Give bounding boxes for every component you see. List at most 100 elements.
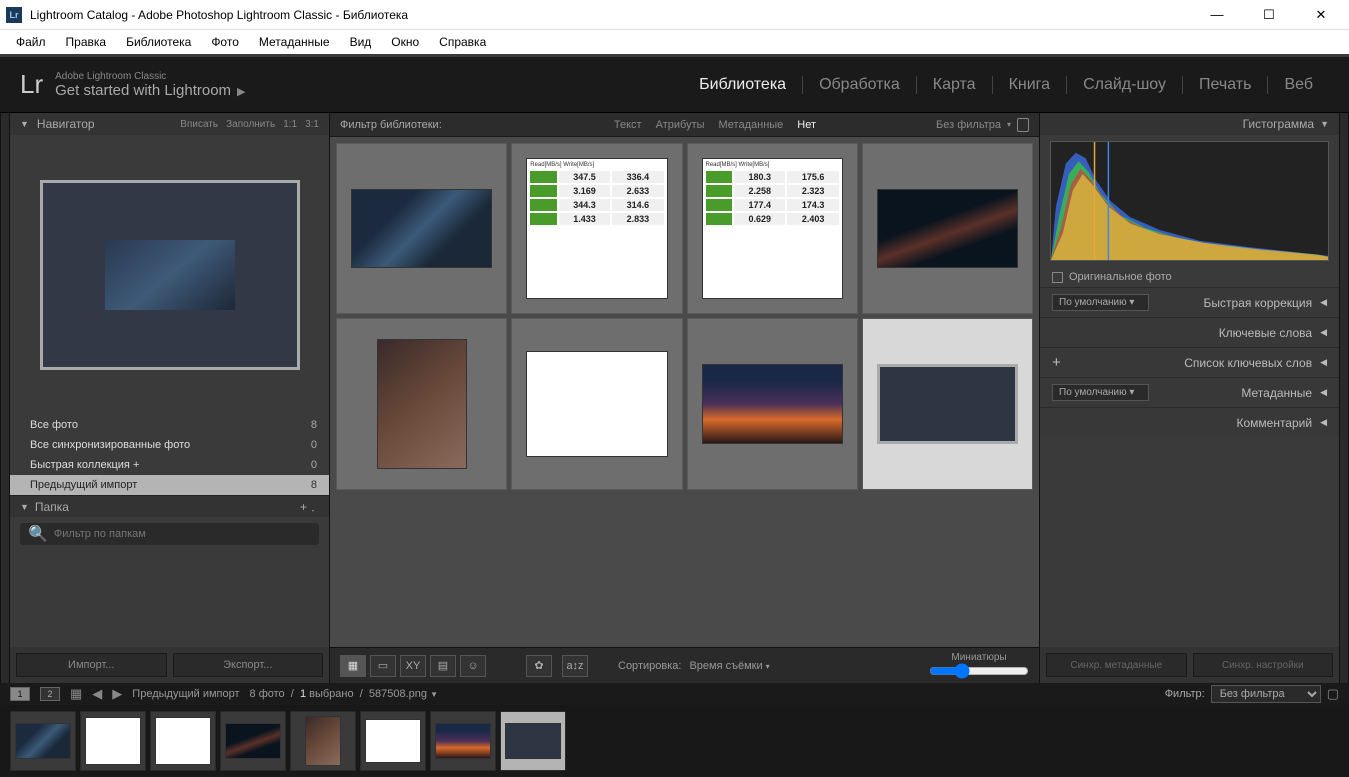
sync-metadata-button[interactable]: Синхр. метаданные: [1046, 653, 1187, 677]
histogram-header[interactable]: Гистограмма ▼: [1040, 113, 1339, 135]
folders-header[interactable]: ▼ Папка +﹒: [10, 495, 329, 517]
minimize-button[interactable]: —: [1203, 5, 1231, 25]
grid-cell[interactable]: [687, 318, 858, 489]
close-button[interactable]: ✕: [1307, 5, 1335, 25]
left-edge-toggle[interactable]: [0, 113, 10, 683]
primary-monitor-button[interactable]: 1: [10, 687, 30, 701]
module-slideshow[interactable]: Слайд-шоу: [1066, 76, 1182, 94]
grid-cell-selected[interactable]: [862, 318, 1033, 489]
filmstrip-filter-dropdown[interactable]: Без фильтра: [1211, 685, 1321, 703]
filter-switch-icon[interactable]: ▢: [1327, 686, 1339, 702]
catalog-synced-photos[interactable]: Все синхронизированные фото0: [10, 435, 329, 455]
grid-cell[interactable]: [511, 318, 682, 489]
sort-dropdown[interactable]: Время съёмки ▾: [689, 660, 769, 672]
center-panel: Фильтр библиотеки: Текст Атрибуты Метада…: [330, 113, 1039, 683]
catalog-quick-collection[interactable]: Быстрая коллекция +0: [10, 455, 329, 475]
metadata-preset[interactable]: По умолчанию ▾: [1052, 384, 1149, 401]
add-folder-button[interactable]: +﹒: [300, 498, 319, 515]
survey-view-button[interactable]: ▤: [430, 655, 456, 677]
filmstrip-thumb[interactable]: [150, 711, 216, 771]
painter-tool[interactable]: ✿: [526, 655, 552, 677]
go-forward-icon[interactable]: ▶: [112, 686, 122, 702]
filter-tab-metadata[interactable]: Метаданные: [719, 119, 784, 131]
filmstrip-thumb[interactable]: [360, 711, 426, 771]
filter-label: Фильтр библиотеки:: [340, 119, 442, 131]
metadata-section[interactable]: По умолчанию ▾ Метаданные ◀: [1040, 377, 1339, 407]
filmstrip-thumb[interactable]: [290, 711, 356, 771]
histogram[interactable]: [1050, 141, 1329, 261]
menu-view[interactable]: Вид: [340, 33, 382, 51]
filmstrip-thumb[interactable]: [430, 711, 496, 771]
grid-cell[interactable]: Read[MB/s] Write[MB/s] 180.3175.6 2.2582…: [687, 143, 858, 314]
filmstrip-thumb-selected[interactable]: [500, 711, 566, 771]
quick-develop-section[interactable]: По умолчанию ▾ Быстрая коррекция ◀: [1040, 287, 1339, 317]
thumbnail: [702, 364, 843, 443]
grid-view[interactable]: Read[MB/s] Write[MB/s] 347.5336.4 3.1692…: [330, 137, 1039, 647]
navigator-zoom-modes: Вписать Заполнить 1:1 3:1: [180, 119, 319, 130]
checkbox-icon[interactable]: [1052, 272, 1063, 283]
filter-tab-none[interactable]: Нет: [797, 119, 816, 131]
quick-develop-preset[interactable]: По умолчанию ▾: [1052, 294, 1149, 311]
add-keyword-button[interactable]: +: [1052, 354, 1061, 371]
grid-cell[interactable]: [336, 143, 507, 314]
filter-tab-attributes[interactable]: Атрибуты: [656, 119, 705, 131]
module-print[interactable]: Печать: [1182, 76, 1267, 94]
grid-view-button[interactable]: ▦: [340, 655, 366, 677]
filmstrip-thumb[interactable]: [220, 711, 286, 771]
grid-cell[interactable]: [862, 143, 1033, 314]
lock-icon[interactable]: [1017, 118, 1029, 132]
menu-metadata[interactable]: Метаданные: [249, 33, 340, 51]
zoom-fit[interactable]: Вписать: [180, 119, 218, 130]
sync-settings-button[interactable]: Синхр. настройки: [1193, 653, 1334, 677]
filmstrip-thumb[interactable]: [80, 711, 146, 771]
menu-file[interactable]: Файл: [6, 33, 56, 51]
zoom-1to1[interactable]: 1:1: [283, 119, 297, 130]
comments-section[interactable]: Комментарий ◀: [1040, 407, 1339, 437]
compare-view-button[interactable]: XY: [400, 655, 426, 677]
people-view-button[interactable]: ☺: [460, 655, 486, 677]
menu-library[interactable]: Библиотека: [116, 33, 201, 51]
navigator-image: [40, 180, 300, 370]
zoom-3to1[interactable]: 3:1: [305, 119, 319, 130]
filmstrip[interactable]: [0, 705, 1349, 777]
sort-direction-button[interactable]: a↕z: [562, 655, 588, 677]
original-photo-row[interactable]: Оригинальное фото: [1040, 267, 1339, 287]
thumbnail-size-slider[interactable]: [929, 663, 1029, 679]
go-back-icon[interactable]: ◀: [92, 686, 102, 702]
secondary-monitor-button[interactable]: 2: [40, 687, 60, 701]
right-edge-toggle[interactable]: [1339, 113, 1349, 683]
folder-filter[interactable]: 🔍: [20, 523, 319, 545]
filmstrip-source[interactable]: Предыдущий импорт: [132, 688, 239, 700]
filmstrip-thumb[interactable]: [10, 711, 76, 771]
filter-tab-text[interactable]: Текст: [614, 119, 642, 131]
triangle-left-icon: ◀: [1320, 387, 1327, 398]
triangle-down-icon: ▼: [20, 119, 29, 129]
module-book[interactable]: Книга: [992, 76, 1066, 94]
module-develop[interactable]: Обработка: [802, 76, 916, 94]
module-web[interactable]: Веб: [1267, 76, 1329, 94]
navigator-header[interactable]: ▼ Навигатор Вписать Заполнить 1:1 3:1: [10, 113, 329, 135]
grid-cell[interactable]: Read[MB/s] Write[MB/s] 347.5336.4 3.1692…: [511, 143, 682, 314]
folder-filter-input[interactable]: [54, 528, 311, 540]
grid-cell[interactable]: [336, 318, 507, 489]
grid-icon[interactable]: ▦: [70, 686, 82, 702]
export-button[interactable]: Экспорт...: [173, 653, 324, 677]
module-map[interactable]: Карта: [916, 76, 992, 94]
filter-preset-dropdown[interactable]: Без фильтра▾: [936, 118, 1029, 132]
zoom-fill[interactable]: Заполнить: [226, 119, 275, 130]
import-button[interactable]: Импорт...: [16, 653, 167, 677]
keywords-section[interactable]: Ключевые слова ◀: [1040, 317, 1339, 347]
maximize-button[interactable]: ☐: [1255, 5, 1283, 25]
module-library[interactable]: Библиотека: [683, 76, 802, 94]
menu-help[interactable]: Справка: [429, 33, 496, 51]
thumbnails-label: Миниатюры: [951, 652, 1006, 663]
keyword-list-section[interactable]: + Список ключевых слов ◀: [1040, 347, 1339, 377]
catalog-all-photos[interactable]: Все фото8: [10, 415, 329, 435]
loupe-view-button[interactable]: ▭: [370, 655, 396, 677]
menu-window[interactable]: Окно: [381, 33, 429, 51]
menu-edit[interactable]: Правка: [56, 33, 117, 51]
catalog-previous-import[interactable]: Предыдущий импорт8: [10, 475, 329, 495]
get-started-link[interactable]: Get started with Lightroom▶: [55, 82, 245, 99]
navigator-preview[interactable]: [10, 135, 329, 415]
menu-photo[interactable]: Фото: [201, 33, 249, 51]
